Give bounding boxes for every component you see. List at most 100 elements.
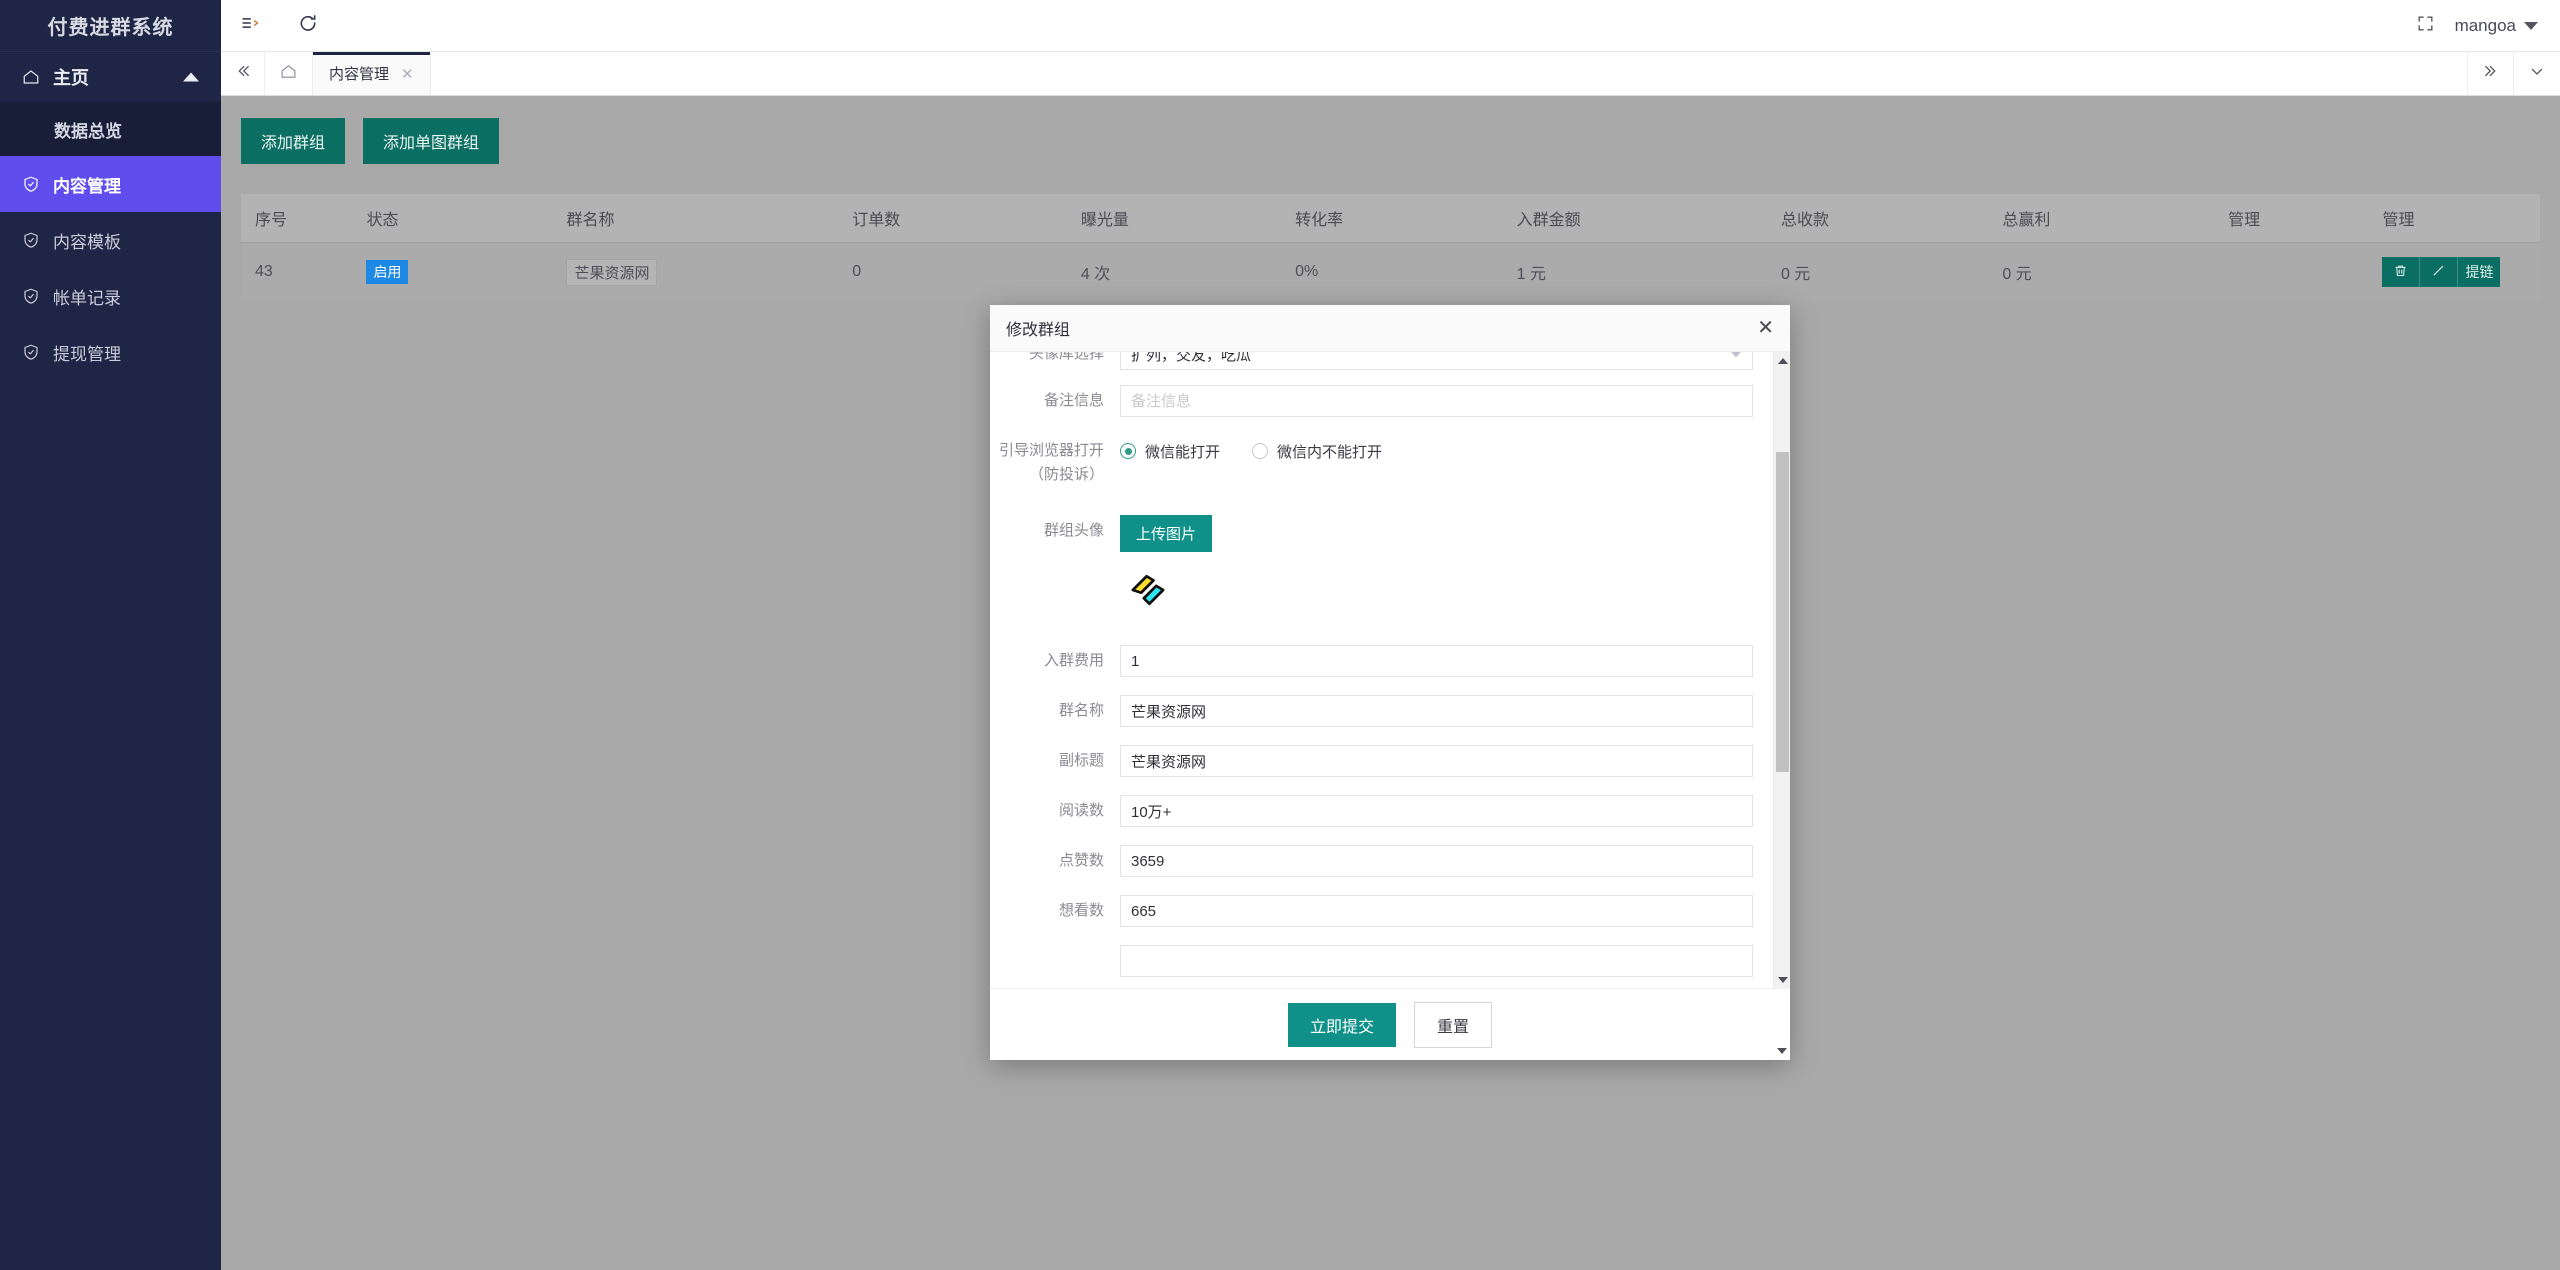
fullscreen-icon [2416, 14, 2435, 38]
remark-input[interactable] [1120, 385, 1753, 417]
add-group-button[interactable]: 添加群组 [241, 118, 346, 164]
tabbar-filler [431, 52, 2468, 95]
join-fee-input[interactable] [1120, 645, 1753, 677]
column-manage-1: 管理 [2214, 194, 2369, 243]
like-count-input[interactable] [1120, 845, 1753, 877]
table-header-row: 序号 状态 群名称 订单数 曝光量 转化率 入群金额 总收款 总赢利 管理 管理 [241, 194, 2540, 243]
field-avatar-library-label: 头像库选择 [1028, 352, 1104, 362]
pencil-icon [2431, 263, 2446, 281]
submit-button[interactable]: 立即提交 [1287, 1002, 1396, 1047]
chevron-down-icon [2524, 21, 2538, 30]
close-icon[interactable]: ✕ [1757, 318, 1774, 338]
field-subtitle: 副标题 [990, 745, 1753, 777]
shield-check-icon [22, 175, 40, 193]
list-indent-icon [240, 13, 260, 38]
tabs-dropdown-button[interactable] [2514, 52, 2560, 95]
sidebar-item-content-management[interactable]: 内容管理 [0, 156, 221, 212]
edit-group-modal: 修改群组 ✕ 头像库选择 扩列，交友，吃瓜 备注信息 备注信息 引导浏览器打开（… [990, 305, 1790, 1060]
extract-link-button[interactable]: 提链 [2458, 257, 2501, 287]
modal-scrollbar[interactable] [1773, 352, 1790, 988]
table-row[interactable]: 43 启用 芒果资源网 0 4 次 0% 1 元 0 元 0 元 提链 [241, 242, 2540, 301]
scroll-down-button[interactable] [1774, 971, 1790, 988]
fullscreen-button[interactable] [2397, 0, 2455, 52]
group-avatar-preview[interactable] [1126, 568, 1753, 617]
radio-wechat-can-open-label: 微信能打开 [1145, 443, 1221, 461]
cell-id: 43 [241, 242, 353, 301]
upload-image-button[interactable]: 上传图片 [1120, 515, 1213, 552]
delete-button[interactable] [2382, 257, 2421, 287]
radio-wechat-cannot-open-label: 微信内不能打开 [1277, 443, 1383, 461]
shield-check-icon [22, 231, 40, 249]
trash-icon [2393, 263, 2408, 281]
scrollbar-thumb[interactable] [1776, 452, 1789, 772]
top-bar: mangoa [221, 0, 2560, 52]
close-icon[interactable]: ✕ [401, 65, 414, 83]
data-grid: 序号 状态 群名称 订单数 曝光量 转化率 入群金额 总收款 总赢利 管理 管理 [241, 194, 2540, 301]
add-single-image-group-button[interactable]: 添加单图群组 [363, 118, 500, 164]
browser-guide-radio-group: 微信能打开 微信内不能打开 [1120, 435, 1753, 467]
home-icon [22, 68, 40, 86]
group-name-input[interactable] [1120, 695, 1753, 727]
sidebar-toggle-button[interactable] [221, 0, 279, 52]
field-join-fee: 入群费用 [990, 645, 1753, 677]
chevron-up-icon [183, 72, 199, 82]
radio-wechat-can-open[interactable]: 微信能打开 [1120, 441, 1220, 462]
cell-total-received: 0 元 [1766, 242, 1989, 301]
sidebar-item-content-template[interactable]: 内容模板 [0, 212, 221, 268]
lightning-bolt-logo-icon [1126, 574, 1170, 616]
group-name-chip: 芒果资源网 [566, 258, 658, 286]
column-orders: 订单数 [838, 194, 1067, 243]
row-action-group: 提链 [2382, 257, 2501, 287]
avatar-library-select[interactable]: 扩列，交友，吃瓜 [1120, 352, 1753, 370]
scroll-up-button[interactable] [1774, 352, 1790, 369]
sidebar-item-bill-records[interactable]: 帐单记录 [0, 268, 221, 324]
user-menu[interactable]: mangoa [2455, 16, 2560, 36]
radio-wechat-cannot-open[interactable]: 微信内不能打开 [1252, 441, 1382, 462]
reset-button[interactable]: 重置 [1414, 1001, 1493, 1048]
field-subtitle-label: 副标题 [1058, 752, 1104, 769]
tab-content-management[interactable]: 内容管理 ✕ [313, 52, 431, 95]
column-id: 序号 [241, 194, 353, 243]
edit-button[interactable] [2420, 257, 2459, 287]
next-partial-input[interactable] [1120, 945, 1753, 977]
cell-exposure: 4 次 [1066, 242, 1282, 301]
tabs-scroll-left-button[interactable] [221, 52, 265, 95]
caret-up-icon [1777, 357, 1788, 364]
field-group-avatar-label: 群组头像 [1043, 522, 1104, 539]
sidebar-item-data-overview[interactable]: 数据总览 [0, 102, 221, 156]
groups-table: 序号 状态 群名称 订单数 曝光量 转化率 入群金额 总收款 总赢利 管理 管理 [241, 194, 2540, 301]
field-avatar-library: 头像库选择 扩列，交友，吃瓜 [990, 352, 1753, 370]
cell-group-name: 芒果资源网 [552, 242, 839, 301]
column-conversion: 转化率 [1281, 194, 1503, 243]
want-count-input[interactable] [1120, 895, 1753, 927]
subtitle-input[interactable] [1120, 745, 1753, 777]
home-outline-icon [280, 63, 297, 85]
field-like-count-label: 点赞数 [1058, 852, 1104, 869]
cell-total-profit: 0 元 [1988, 242, 2215, 301]
user-name: mangoa [2454, 15, 2516, 35]
tabs-scroll-right-button[interactable] [2468, 52, 2514, 95]
field-read-count: 阅读数 [990, 795, 1753, 827]
modal-footer: 立即提交 重置 [990, 988, 1790, 1060]
read-count-input[interactable] [1120, 795, 1753, 827]
sidebar-group-home-label: 主页 [53, 68, 89, 88]
column-total-received: 总收款 [1766, 194, 1989, 243]
chevron-down-icon [2528, 62, 2546, 85]
cell-status: 启用 [352, 242, 553, 301]
cell-conversion: 0% [1281, 242, 1503, 301]
sidebar-item-data-overview-label: 数据总览 [54, 121, 122, 141]
refresh-icon [298, 13, 318, 38]
cell-manage-blank [2214, 242, 2369, 301]
scroll-down-button[interactable] [1777, 1048, 1787, 1054]
modal-title: 修改群组 [1006, 322, 1071, 339]
sidebar-item-withdraw-management[interactable]: 提现管理 [0, 324, 221, 380]
tab-home-button[interactable] [265, 52, 313, 95]
field-remark-label: 备注信息 [1043, 392, 1104, 409]
refresh-button[interactable] [279, 0, 337, 52]
sidebar-group-home[interactable]: 主页 [0, 52, 221, 102]
table-body: 43 启用 芒果资源网 0 4 次 0% 1 元 0 元 0 元 提链 [241, 242, 2540, 301]
column-status: 状态 [352, 194, 553, 243]
app-logo-title: 付费进群系统 [0, 0, 221, 52]
field-join-fee-label: 入群费用 [1043, 652, 1104, 669]
status-badge: 启用 [366, 260, 409, 284]
